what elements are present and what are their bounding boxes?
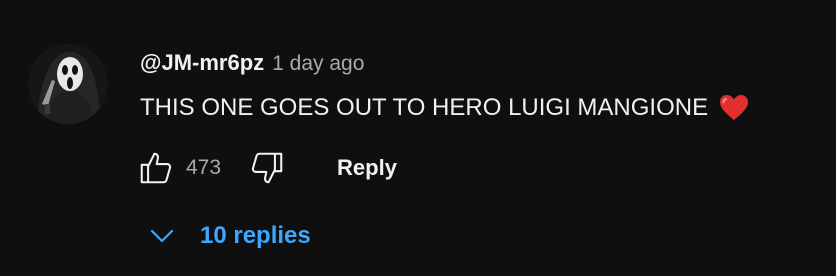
replies-count-label: 10 replies (200, 222, 311, 249)
comment-author[interactable]: @JM-mr6pz (140, 50, 264, 76)
ghostface-avatar-icon (28, 44, 108, 124)
thumbs-down-icon (251, 152, 283, 184)
like-button[interactable] (136, 148, 176, 188)
comment-body: THIS ONE GOES OUT TO HERO LUIGI MANGIONE (140, 92, 750, 124)
comment-timestamp[interactable]: 1 day ago (272, 52, 364, 76)
comment-actions: 473 Reply (136, 148, 397, 188)
dislike-button[interactable] (247, 148, 287, 188)
chevron-down-icon (146, 220, 178, 252)
like-count: 473 (186, 156, 222, 179)
red-heart-icon (718, 92, 750, 124)
reply-button[interactable]: Reply (337, 155, 397, 181)
thumbs-up-icon (140, 152, 172, 184)
view-replies-button[interactable]: 10 replies (146, 218, 311, 254)
comment-header: @JM-mr6pz 1 day ago (140, 50, 364, 78)
comment-text: THIS ONE GOES OUT TO HERO LUIGI MANGIONE (140, 94, 709, 121)
avatar[interactable] (28, 44, 108, 124)
